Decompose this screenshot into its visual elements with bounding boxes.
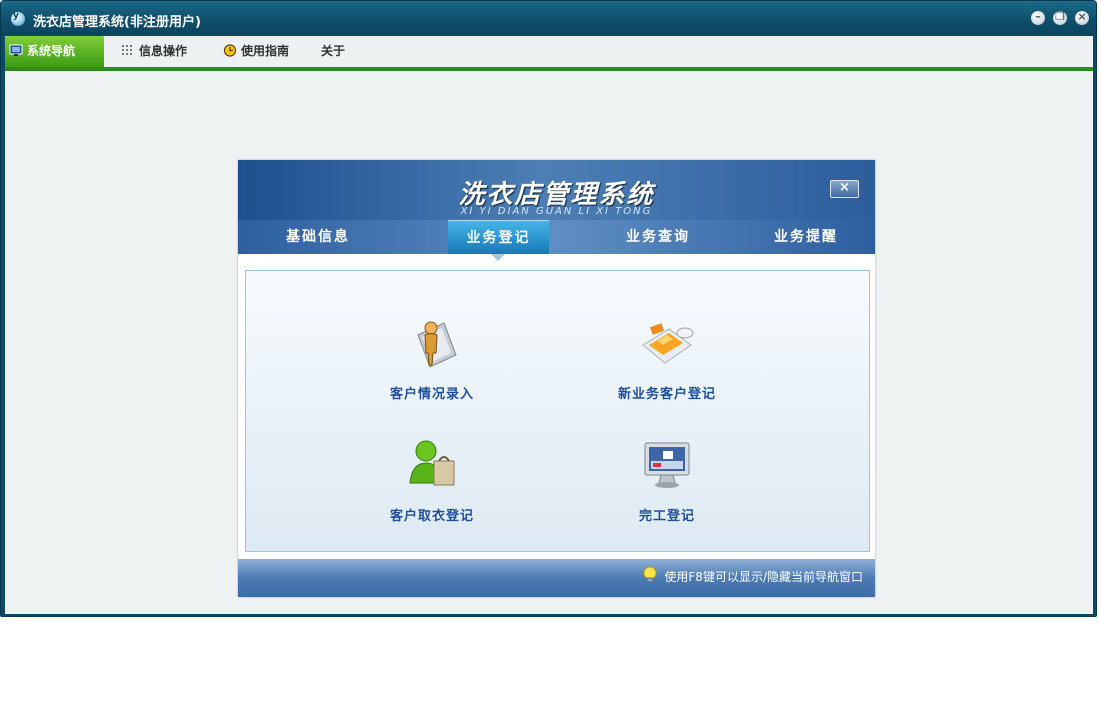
lightbulb-icon xyxy=(643,566,657,583)
menu-item-info-ops[interactable]: 信息操作 xyxy=(117,36,187,67)
nav-item-completion[interactable]: 完工登记 xyxy=(587,437,747,524)
nav-item-new-customer[interactable]: 新业务客户登记 xyxy=(587,315,747,402)
panel-footer: 使用F8键可以显示/隐藏当前导航窗口 xyxy=(238,559,875,597)
shopping-bag-user-icon xyxy=(409,440,455,486)
grid-icon xyxy=(122,45,132,55)
tab-business-query[interactable]: 业务查询 xyxy=(608,220,708,254)
close-icon: × xyxy=(839,180,850,195)
menu-label: 关于 xyxy=(321,44,346,58)
navigation-panel: 洗衣店管理系统 XI YI DIAN GUAN LI XI TONG × 基础信… xyxy=(238,160,875,597)
tab-business-reminder[interactable]: 业务提醒 xyxy=(756,220,856,254)
title-bar[interactable]: y 洗衣店管理系统(非注册用户) – ❐ × xyxy=(1,1,1096,35)
card-mouse-icon xyxy=(642,323,694,364)
tab-business-register[interactable]: 业务登记 xyxy=(448,220,549,254)
menu-label: 信息操作 xyxy=(139,44,188,58)
tab-basic-info[interactable]: 基础信息 xyxy=(268,220,368,254)
close-icon[interactable]: × xyxy=(1075,10,1089,25)
clock-icon xyxy=(223,44,237,57)
active-tab-pointer xyxy=(491,254,505,261)
menu-item-about[interactable]: 关于 xyxy=(299,36,345,67)
menu-item-user-guide[interactable]: 使用指南 xyxy=(219,36,289,67)
nav-item-label: 新业务客户登记 xyxy=(617,387,716,402)
person-icon xyxy=(417,321,457,368)
restore-icon[interactable]: ❐ xyxy=(1053,10,1067,25)
menu-label: 使用指南 xyxy=(241,44,290,58)
panel-tabs: 基础信息 业务登记 业务查询 业务提醒 xyxy=(238,220,875,254)
menu-label: 系统导航 xyxy=(27,44,76,58)
nav-item-label: 客户情况录入 xyxy=(389,387,474,402)
footer-hint-text: 使用F8键可以显示/隐藏当前导航窗口 xyxy=(664,570,863,584)
nav-item-label: 完工登记 xyxy=(638,509,695,524)
panel-subtitle: XI YI DIAN GUAN LI XI TONG xyxy=(460,206,653,217)
nav-item-customer-entry[interactable]: 客户情况录入 xyxy=(352,315,512,402)
nav-item-label: 客户取衣登记 xyxy=(389,509,474,524)
computer-monitor-icon xyxy=(644,442,690,488)
menu-item-system-nav[interactable]: 系统导航 xyxy=(5,36,104,67)
panel-header: 洗衣店管理系统 XI YI DIAN GUAN LI XI TONG × xyxy=(238,160,875,220)
window-title: 洗衣店管理系统(非注册用户) xyxy=(33,15,201,30)
panel-body: 客户情况录入 新业务客户登记 客户取衣登记 完工登记 xyxy=(245,270,870,552)
monitor-icon xyxy=(9,44,23,56)
footer-hint: 使用F8键可以显示/隐藏当前导航窗口 xyxy=(643,566,863,585)
nav-item-customer-pickup[interactable]: 客户取衣登记 xyxy=(352,437,512,524)
panel-close-button[interactable]: × xyxy=(830,180,859,198)
menu-bar: 系统导航 信息操作 使用指南 关于 xyxy=(5,36,1093,71)
app-logo-icon: y xyxy=(11,11,25,26)
minimize-icon[interactable]: – xyxy=(1031,10,1045,25)
